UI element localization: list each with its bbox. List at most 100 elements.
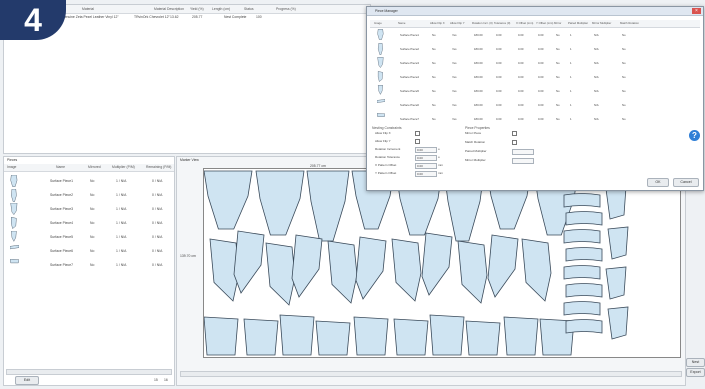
piece-property-input[interactable] xyxy=(512,148,534,155)
dialog-col-header[interactable]: Match Rotation xyxy=(620,21,639,25)
dialog-col-header[interactable]: Rotation Incr. (0) xyxy=(472,21,493,25)
checkbox[interactable] xyxy=(415,131,420,136)
nested-piece-top[interactable] xyxy=(306,170,350,242)
nested-piece-middle[interactable] xyxy=(421,232,453,296)
dialog-cell-mm: N/A xyxy=(594,103,599,107)
dialog-table-row[interactable]: Surface Piece1 No Yes 180.00 0.00 0.00 0.00 No 1… xyxy=(370,29,700,43)
pieces-col-header[interactable]: Image xyxy=(7,165,16,169)
nested-piece-bottom[interactable] xyxy=(353,316,389,356)
dialog-col-header[interactable]: Name xyxy=(398,21,405,25)
nested-piece-middle[interactable] xyxy=(457,240,488,304)
pieces-table-row[interactable]: Surface Piece4 No 1 / N/A 0 / N/A xyxy=(4,217,174,231)
ok-button[interactable]: OK xyxy=(647,178,669,187)
edit-button[interactable]: Edit xyxy=(15,376,39,385)
pieces-scrollbar[interactable] xyxy=(6,369,172,375)
nesting-field-input[interactable]: 0.00 xyxy=(415,170,437,177)
dialog-table-row[interactable]: Surface Piece6 No Yes 180.00 0.00 0.00 0.00 No 1… xyxy=(370,99,700,113)
nested-piece-bottom[interactable] xyxy=(429,314,465,356)
checkbox[interactable] xyxy=(415,139,420,144)
dialog-table-row[interactable]: Surface Piece4 No Yes 180.00 0.00 0.00 0.00 No 1… xyxy=(370,71,700,85)
nested-piece-middle[interactable] xyxy=(291,234,323,298)
nesting-field-input[interactable]: 0.00 xyxy=(415,146,437,153)
pieces-table-row[interactable]: Surface Piece2 No 1 / N/A 0 / N/A xyxy=(4,189,174,203)
nested-piece-bottom[interactable] xyxy=(503,316,539,356)
nested-piece-flat[interactable] xyxy=(563,265,601,280)
order-col-header[interactable]: Yield (%) xyxy=(190,7,204,11)
nesting-field-input[interactable]: 0.00 xyxy=(415,162,437,169)
dialog-col-header[interactable]: Mirror xyxy=(554,21,561,25)
nested-piece-middle[interactable] xyxy=(327,240,358,304)
marker-h-scrollbar[interactable] xyxy=(180,371,682,377)
help-icon[interactable]: ? xyxy=(689,130,700,141)
pieces-table-row[interactable]: Surface Piece3 No 1 / N/A 0 / N/A xyxy=(4,203,174,217)
piece-thumbnail xyxy=(10,259,19,264)
pieces-table-row[interactable]: Surface Piece5 No 1 / N/A 0 / N/A xyxy=(4,231,174,245)
nested-piece-middle[interactable] xyxy=(521,238,552,302)
pieces-col-header[interactable]: Remaining (P/M) xyxy=(146,165,171,169)
marker-canvas[interactable] xyxy=(203,168,681,358)
nested-piece-wedge[interactable] xyxy=(605,186,627,220)
nesting-field-input[interactable]: 0.00 xyxy=(415,154,437,161)
order-col-header[interactable]: Progress (%) xyxy=(276,7,296,11)
dialog-table-row[interactable]: Surface Piece5 No Yes 180.00 0.00 0.00 0.00 No 1… xyxy=(370,85,700,99)
nested-piece-middle[interactable] xyxy=(355,236,387,300)
nested-piece-wedge[interactable] xyxy=(607,226,629,260)
pieces-table-row[interactable]: Surface Piece6 No 1 / N/A 0 / N/A xyxy=(4,245,174,259)
nested-piece-middle[interactable] xyxy=(265,242,296,306)
nested-piece-top[interactable] xyxy=(203,170,253,230)
dialog-col-header[interactable]: Paired Multiplier xyxy=(568,21,588,25)
pieces-col-header[interactable]: Multiplier (P/M) xyxy=(112,165,135,169)
dialog-cell-pm: 1 xyxy=(570,33,572,37)
dialog-titlebar[interactable]: Piece Manager × xyxy=(367,7,703,16)
dialog-table-row[interactable]: Surface Piece3 No Yes 180.00 0.00 0.00 0.00 No 1… xyxy=(370,57,700,71)
order-col-header[interactable]: Material Description xyxy=(154,7,184,11)
dialog-table-row[interactable]: Surface Piece2 No Yes 180.00 0.00 0.00 0.00 No 1… xyxy=(370,43,700,57)
dialog-col-header[interactable]: Tolerance (0) xyxy=(494,21,510,25)
nested-piece-flat[interactable] xyxy=(563,229,601,244)
dialog-table-row[interactable]: Surface Piece7 No Yes 180.00 0.00 0.00 0.00 No 1… xyxy=(370,113,700,127)
nested-piece-wedge[interactable] xyxy=(607,306,629,340)
nesting-field-value: 0.00 xyxy=(417,147,423,152)
nested-piece-bottom[interactable] xyxy=(203,316,239,356)
nested-piece-flat[interactable] xyxy=(565,283,603,298)
nested-piece-bottom[interactable] xyxy=(279,314,315,356)
dialog-col-header[interactable]: Mirror Multiplier xyxy=(592,21,611,25)
dialog-col-header[interactable]: X Offset (mm) xyxy=(516,21,533,25)
nested-piece-bottom[interactable] xyxy=(393,318,429,356)
nest-button[interactable]: Nest xyxy=(686,358,705,367)
export-button[interactable]: Export xyxy=(686,368,705,377)
nested-piece-flat[interactable] xyxy=(565,247,603,262)
dialog-col-header[interactable]: Allow Flip X xyxy=(430,21,445,25)
nested-piece-middle[interactable] xyxy=(487,234,519,298)
pieces-col-header[interactable]: Name xyxy=(56,165,65,169)
pieces-col-header[interactable]: Mirrored xyxy=(88,165,101,169)
piece-multiplier: 1 / N/A xyxy=(116,235,127,239)
dialog-col-header[interactable]: Image xyxy=(374,21,382,25)
nested-piece-top[interactable] xyxy=(255,170,305,236)
checkbox[interactable] xyxy=(512,140,517,145)
nested-piece-middle[interactable] xyxy=(391,238,422,302)
dialog-cell-pm: 1 xyxy=(570,47,572,51)
order-col-header[interactable]: Material xyxy=(82,7,94,11)
nested-piece-middle[interactable] xyxy=(233,230,265,294)
nested-piece-flat[interactable] xyxy=(565,319,603,334)
checkbox[interactable] xyxy=(512,131,517,136)
piece-property-input[interactable] xyxy=(512,157,534,164)
pieces-table-row[interactable]: Surface Piece1 No 1 / N/A 0 / N/A xyxy=(4,175,174,189)
nested-piece-flat[interactable] xyxy=(565,211,603,226)
order-cell: Nest Complete xyxy=(224,15,247,19)
nested-piece-bottom[interactable] xyxy=(465,320,501,356)
nested-piece-bottom[interactable] xyxy=(315,320,351,356)
dialog-col-header[interactable]: Y Offset (mm) xyxy=(536,21,553,25)
nested-piece-wedge[interactable] xyxy=(605,266,627,300)
cancel-button[interactable]: Cancel xyxy=(673,178,699,187)
nested-piece-flat[interactable] xyxy=(563,193,601,208)
close-icon[interactable]: × xyxy=(692,8,701,14)
pieces-table-row[interactable]: Surface Piece7 No 1 / N/A 0 / N/A xyxy=(4,259,174,273)
dialog-col-header[interactable]: Allow Flip Y xyxy=(450,21,465,25)
order-col-header[interactable]: Length (cm) xyxy=(212,7,230,11)
dialog-cell-mr: No xyxy=(622,33,626,37)
order-col-header[interactable]: Status xyxy=(244,7,254,11)
nested-piece-bottom[interactable] xyxy=(243,318,279,356)
nested-piece-flat[interactable] xyxy=(563,301,601,316)
